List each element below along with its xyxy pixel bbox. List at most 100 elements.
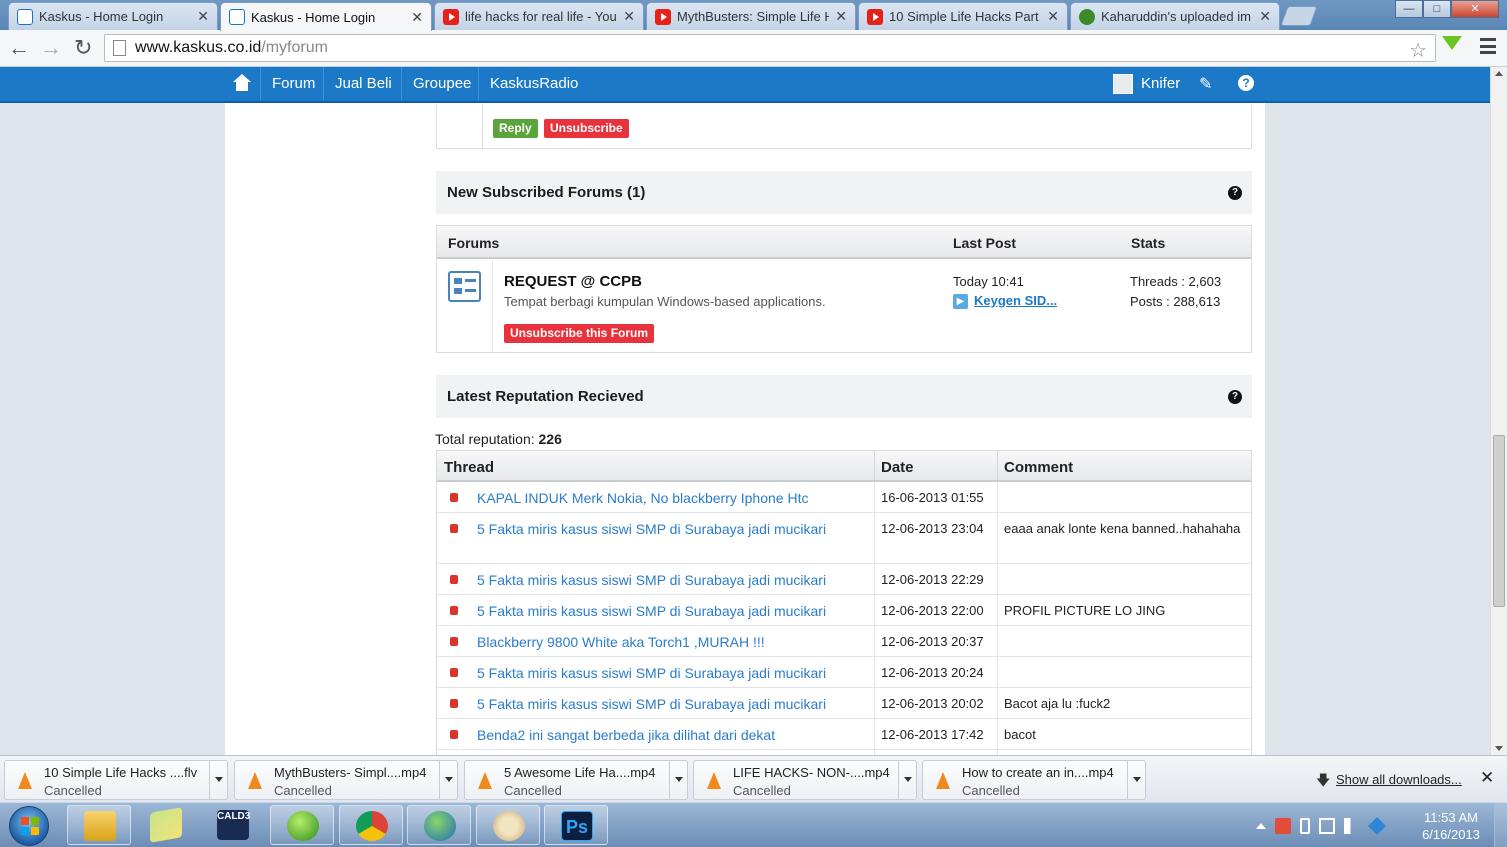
row-date: 12-06-2013 20:37 [881, 634, 984, 649]
windows-taskbar: CALD3 Ps 11:53 AM 6/16/2013 [0, 802, 1507, 847]
maximize-button[interactable]: □ [1423, 0, 1451, 18]
forum-name[interactable]: REQUEST @ CCPB [504, 273, 642, 290]
back-arrow-icon[interactable]: ← [8, 36, 30, 60]
volume-icon[interactable] [1344, 818, 1360, 834]
reply-button[interactable]: Reply [493, 119, 538, 138]
forward-arrow-icon[interactable]: → [40, 36, 62, 60]
explorer-icon[interactable] [67, 805, 131, 845]
browser-tab-active[interactable]: Kaskus - Home Login ✕ [220, 2, 432, 31]
tray-expand-icon[interactable] [1256, 823, 1266, 829]
browser-tab[interactable]: life hacks for real life - You ✕ [434, 2, 644, 30]
download-item[interactable]: How to create an in....mp4 Cancelled [922, 760, 1146, 800]
close-icon[interactable]: ✕ [1480, 768, 1494, 788]
scrollbar-thumb[interactable] [1493, 435, 1505, 607]
nav-forum[interactable]: Forum [260, 67, 326, 101]
username[interactable]: Knifer [1141, 67, 1180, 100]
scroll-up-icon[interactable] [1495, 71, 1503, 76]
vlc-cone-icon [18, 772, 32, 789]
column-header-stats: Stats [1131, 235, 1166, 251]
download-item[interactable]: MythBusters- Simpl....mp4 Cancelled [234, 760, 458, 800]
download-item[interactable]: 10 Simple Life Hacks ....flv Cancelled [4, 760, 228, 800]
last-post-link[interactable]: Keygen SID... [974, 293, 1057, 308]
tab-close-icon[interactable]: ✕ [835, 8, 847, 25]
table-row: 5 Fakta miris kasus siswi SMP di Surabay… [437, 595, 1251, 626]
row-date: 12-06-2013 17:42 [881, 727, 984, 742]
download-menu-caret-icon[interactable] [898, 761, 916, 799]
system-clock[interactable]: 11:53 AM 6/16/2013 [1418, 809, 1484, 843]
kaskus-favicon-icon [229, 9, 245, 25]
tab-close-icon[interactable]: ✕ [623, 8, 635, 25]
show-desktop-button[interactable] [1494, 803, 1507, 847]
tab-close-icon[interactable]: ✕ [197, 8, 209, 25]
nav-groupee[interactable]: Groupee [401, 67, 482, 101]
thread-link[interactable]: 5 Fakta miris kasus siswi SMP di Surabay… [477, 696, 826, 712]
show-all-downloads-link[interactable]: Show all downloads... [1336, 772, 1462, 787]
subscribed-forums-header: New Subscribed Forums (1) ? [436, 171, 1252, 214]
total-reputation-label: Total reputation: [435, 431, 535, 447]
browser-tab[interactable]: 10 Simple Life Hacks Part 2 ✕ [858, 2, 1068, 30]
pencil-icon[interactable]: ✎ [1199, 74, 1212, 94]
last-post-arrow-icon: ▶ [953, 294, 968, 309]
tab-close-icon[interactable]: ✕ [1259, 8, 1271, 25]
download-menu-caret-icon[interactable] [669, 761, 687, 799]
download-menu-caret-icon[interactable] [209, 761, 227, 799]
thread-link[interactable]: 5 Fakta miris kasus siswi SMP di Surabay… [477, 521, 826, 537]
minimize-button[interactable]: — [1395, 0, 1423, 18]
reputation-table: Thread Date Comment KAPAL INDUK Merk Nok… [436, 450, 1252, 755]
row-comment: PROFIL PICTURE LO JING [1004, 603, 1166, 618]
dropbox-icon[interactable] [1367, 816, 1387, 836]
start-button[interactable] [9, 806, 49, 846]
window-close-button[interactable]: ✕ [1451, 0, 1499, 18]
thread-link[interactable]: Blackberry 9800 White aka Torch1 ,MURAH … [477, 634, 765, 650]
browser-tab[interactable]: Kaskus - Home Login ✕ [8, 2, 218, 30]
bullet-icon [450, 730, 458, 739]
download-arrow-icon[interactable] [1442, 36, 1462, 50]
question-mark-icon[interactable]: ? [1228, 186, 1242, 200]
thread-link[interactable]: Benda2 ini sangat berbeda jika dilihat d… [477, 727, 775, 743]
thread-link[interactable]: 5 Fakta miris kasus siswi SMP di Surabay… [477, 665, 826, 681]
avatar[interactable] [1113, 74, 1133, 94]
browser-tab[interactable]: Kaharuddin's uploaded im ✕ [1070, 2, 1280, 30]
address-bar[interactable]: www.kaskus.co.id/myforum ☆ [104, 34, 1436, 62]
green-app-icon[interactable] [270, 805, 334, 845]
download-menu-caret-icon[interactable] [1127, 761, 1145, 799]
page-scrollbar[interactable] [1490, 67, 1507, 755]
thread-link[interactable]: KAPAL INDUK Merk Nokia, No blackberry Ip… [477, 490, 808, 506]
bullet-icon [450, 668, 458, 677]
network-icon[interactable] [1319, 818, 1335, 834]
thread-link[interactable]: 5 Fakta miris kasus siswi SMP di Surabay… [477, 603, 826, 619]
chrome-menu-icon[interactable] [1480, 38, 1496, 54]
download-item[interactable]: LIFE HACKS- NON-....mp4 Cancelled [693, 760, 917, 800]
download-item[interactable]: 5 Awesome Life Ha....mp4 Cancelled [464, 760, 688, 800]
new-tab-button[interactable] [1280, 6, 1318, 26]
battery-icon[interactable] [1300, 818, 1310, 834]
unsubscribe-forum-button[interactable]: Unsubscribe this Forum [504, 324, 655, 343]
question-mark-icon[interactable]: ? [1228, 390, 1242, 404]
nav-kaskusradio[interactable]: KaskusRadio [478, 67, 589, 101]
cald3-icon[interactable]: CALD3 [201, 805, 265, 845]
chrome-icon[interactable] [339, 805, 403, 845]
bookmark-star-icon[interactable]: ☆ [1409, 38, 1427, 63]
download-status: Cancelled [274, 783, 332, 798]
help-icon[interactable]: ? [1238, 75, 1254, 91]
action-center-icon[interactable] [1275, 818, 1291, 834]
globe-icon[interactable] [407, 805, 471, 845]
download-status: Cancelled [733, 783, 791, 798]
scroll-down-icon[interactable] [1495, 746, 1503, 751]
reload-icon[interactable]: ↻ [74, 36, 92, 60]
photoshop-icon[interactable]: Ps [544, 805, 608, 845]
download-menu-caret-icon[interactable] [439, 761, 457, 799]
tab-close-icon[interactable]: ✕ [1047, 8, 1059, 25]
folder-icon[interactable] [134, 805, 198, 845]
download-status: Cancelled [44, 783, 102, 798]
thread-link[interactable]: 5 Fakta miris kasus siswi SMP di Surabay… [477, 572, 826, 588]
nav-jual-beli[interactable]: Jual Beli [323, 67, 403, 101]
tab-title: Kaharuddin's uploaded im [1101, 9, 1251, 24]
paint-icon[interactable] [476, 805, 540, 845]
image-host-favicon-icon [1079, 8, 1095, 25]
tab-close-icon[interactable]: ✕ [411, 9, 423, 26]
home-icon[interactable] [232, 74, 252, 92]
row-date: 16-06-2013 01:55 [881, 490, 984, 505]
browser-tab[interactable]: MythBusters: Simple Life H ✕ [646, 2, 856, 30]
unsubscribe-button[interactable]: Unsubscribe [544, 119, 629, 138]
